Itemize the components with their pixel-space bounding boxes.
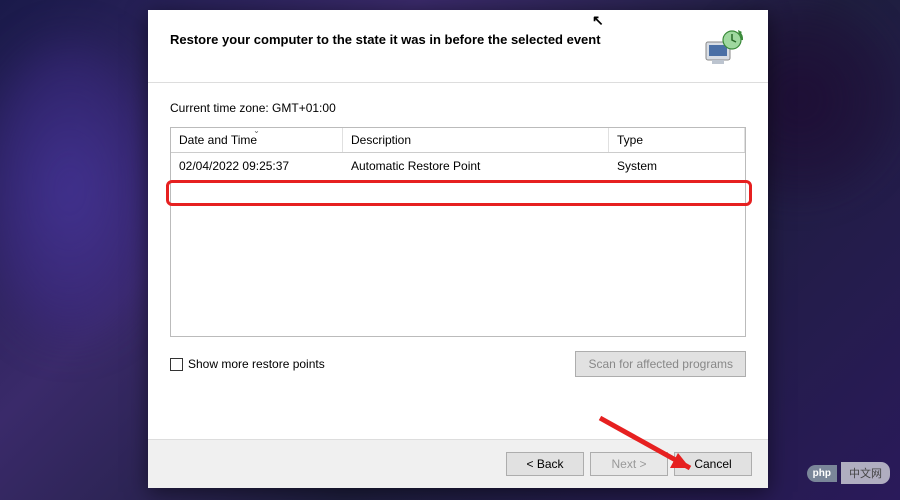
watermark-badge: php <box>807 465 837 482</box>
table-header-row: ⌄ Date and Time Description Type <box>171 128 745 153</box>
restore-points-table[interactable]: ⌄ Date and Time Description Type 02/04/2… <box>170 127 746 337</box>
dialog-header: Restore your computer to the state it wa… <box>148 10 768 83</box>
column-header-description-label: Description <box>351 133 411 147</box>
column-header-type-label: Type <box>617 133 643 147</box>
dialog-body: Current time zone: GMT+01:00 ⌄ Date and … <box>148 83 768 439</box>
dialog-title: Restore your computer to the state it wa… <box>170 28 702 47</box>
checkbox-icon <box>170 358 183 371</box>
lower-controls: Show more restore points Scan for affect… <box>170 351 746 377</box>
timezone-label: Current time zone: GMT+01:00 <box>170 101 746 115</box>
column-header-date[interactable]: ⌄ Date and Time <box>171 128 343 152</box>
back-button[interactable]: < Back <box>506 452 584 476</box>
next-button: Next > <box>590 452 668 476</box>
scan-affected-button: Scan for affected programs <box>575 351 746 377</box>
cell-type: System <box>609 157 745 175</box>
column-header-type[interactable]: Type <box>609 128 745 152</box>
sort-descending-icon: ⌄ <box>253 126 260 135</box>
cancel-button[interactable]: Cancel <box>674 452 752 476</box>
table-body: 02/04/2022 09:25:37 Automatic Restore Po… <box>171 153 745 336</box>
watermark-text: 中文网 <box>841 462 890 484</box>
dialog-footer: < Back Next > Cancel <box>148 439 768 488</box>
show-more-checkbox[interactable]: Show more restore points <box>170 357 325 371</box>
cell-date: 02/04/2022 09:25:37 <box>171 157 343 175</box>
watermark: php 中文网 <box>807 462 890 484</box>
cell-description: Automatic Restore Point <box>343 157 609 175</box>
column-header-description[interactable]: Description <box>343 128 609 152</box>
column-header-date-label: Date and Time <box>179 133 257 147</box>
system-restore-icon <box>702 28 746 68</box>
table-row[interactable]: 02/04/2022 09:25:37 Automatic Restore Po… <box>171 153 745 179</box>
system-restore-dialog: ↖ Restore your computer to the state it … <box>148 10 768 488</box>
show-more-label: Show more restore points <box>188 357 325 371</box>
